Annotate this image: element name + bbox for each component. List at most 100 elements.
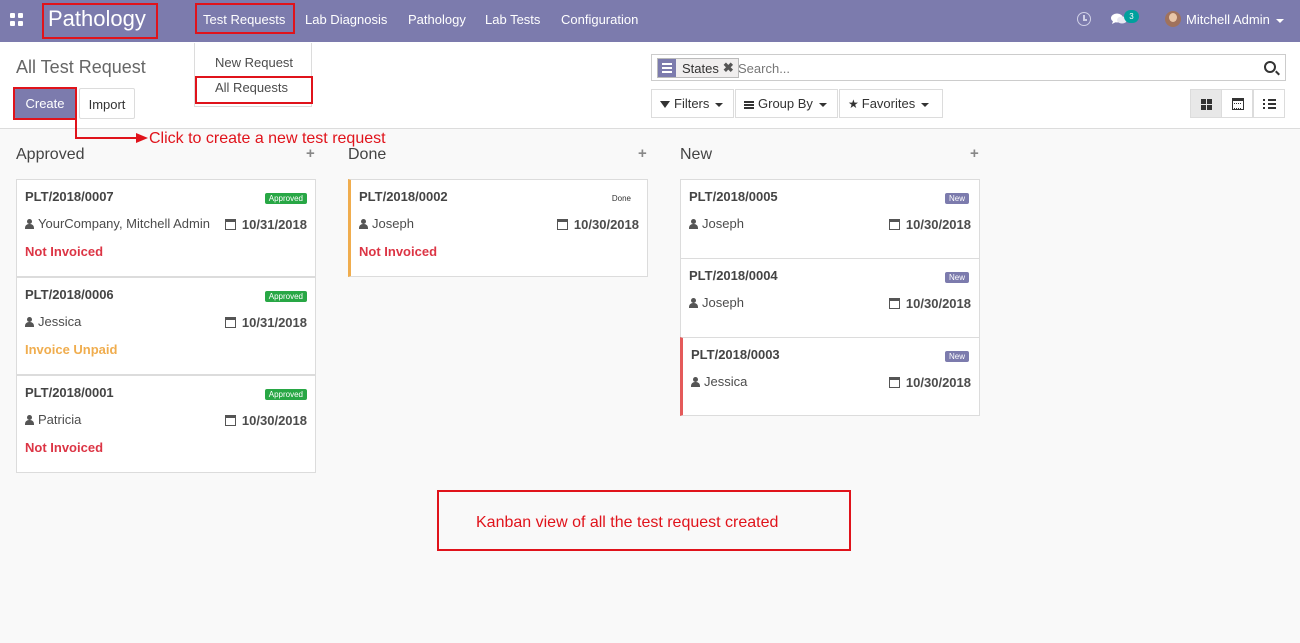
add-card-icon[interactable]: + — [970, 145, 979, 162]
user-icon — [25, 219, 34, 229]
invoice-status: Not Invoiced — [25, 440, 104, 455]
list-icon — [658, 59, 676, 77]
kanban-card[interactable]: PLT/2018/0005 New Joseph 10/30/2018 — [680, 179, 980, 259]
activity-clock-icon[interactable] — [1077, 12, 1091, 26]
date-value: 10/30/2018 — [905, 375, 971, 390]
kanban-card[interactable]: PLT/2018/0001 Approved Patricia 10/30/20… — [16, 375, 316, 473]
invoice-status: Invoice Unpaid — [25, 342, 118, 357]
search-bar[interactable]: States ✖ Search... — [651, 54, 1286, 81]
calendar-icon — [224, 219, 236, 230]
card-person: Joseph — [689, 216, 744, 231]
user-icon — [25, 415, 34, 425]
card-date: 10/30/2018 — [224, 413, 307, 428]
user-icon — [689, 298, 698, 308]
status-badge: New — [944, 351, 969, 362]
calendar-icon — [888, 219, 900, 230]
bars-icon — [744, 100, 754, 109]
chevron-down-icon — [818, 102, 827, 107]
search-icon[interactable] — [1264, 61, 1276, 73]
column-title-done: Done — [348, 146, 387, 163]
user-name: Mitchell Admin — [1186, 12, 1270, 27]
highlight-test-requests-menu — [195, 3, 295, 34]
invoice-status: Not Invoiced — [359, 244, 438, 259]
avatar[interactable] — [1165, 11, 1181, 27]
calendar-icon — [224, 415, 236, 426]
annotation-arrow-icon — [75, 118, 148, 143]
calendar-icon — [888, 377, 900, 388]
calendar-icon — [224, 317, 236, 328]
filters-button[interactable]: Filters — [651, 89, 734, 118]
card-reference: PLT/2018/0004 — [689, 268, 778, 283]
status-badge: Done — [611, 194, 631, 203]
card-reference: PLT/2018/0005 — [689, 189, 778, 204]
kanban-card[interactable]: PLT/2018/0006 Approved Jessica 10/31/201… — [16, 277, 316, 375]
user-menu[interactable]: Mitchell Admin — [1186, 12, 1284, 27]
invoice-status: Not Invoiced — [25, 244, 104, 259]
menu-lab-diagnosis[interactable]: Lab Diagnosis — [305, 12, 387, 27]
kanban-card[interactable]: PLT/2018/0004 New Joseph 10/30/2018 — [680, 258, 980, 338]
create-hint-text: Click to create a new test request — [149, 130, 386, 147]
card-reference: PLT/2018/0003 — [691, 347, 780, 362]
close-icon[interactable]: ✖ — [723, 60, 738, 76]
date-value: 10/30/2018 — [905, 296, 971, 311]
kanban-view-button[interactable] — [1190, 89, 1222, 118]
dropdown-item-new-request[interactable]: New Request — [215, 55, 293, 70]
menu-lab-tests[interactable]: Lab Tests — [485, 12, 540, 27]
highlight-all-requests — [195, 76, 313, 104]
date-value: 10/30/2018 — [241, 413, 307, 428]
card-reference: PLT/2018/0002 — [359, 189, 448, 204]
user-icon — [25, 317, 34, 327]
calendar-view-button[interactable] — [1221, 89, 1253, 118]
card-date: 10/31/2018 — [224, 315, 307, 330]
page-title: All Test Request — [16, 57, 146, 77]
card-date: 10/30/2018 — [556, 217, 639, 232]
user-icon — [689, 219, 698, 229]
kanban-hint-text: Kanban view of all the test request crea… — [476, 514, 779, 531]
card-person: Joseph — [359, 216, 414, 231]
favorites-button[interactable]: ★ Favorites — [839, 89, 943, 118]
filter-icon — [660, 101, 670, 109]
chevron-down-icon — [921, 102, 930, 107]
apps-grid-icon[interactable] — [10, 13, 23, 26]
status-badge: New — [944, 193, 969, 204]
highlight-create-button — [13, 87, 77, 120]
date-value: 10/31/2018 — [241, 217, 307, 232]
menu-configuration[interactable]: Configuration — [561, 12, 638, 27]
user-icon — [691, 377, 700, 387]
search-input[interactable]: Search... — [738, 61, 790, 76]
kanban-card[interactable]: PLT/2018/0007 Approved YourCompany, Mitc… — [16, 179, 316, 277]
card-date: 10/30/2018 — [888, 296, 971, 311]
card-person: YourCompany, Mitchell Admin — [25, 216, 210, 231]
menu-pathology[interactable]: Pathology — [408, 12, 466, 27]
status-badge: Approved — [264, 291, 307, 302]
kanban-card[interactable]: PLT/2018/0003 New Jessica 10/30/2018 — [680, 337, 980, 416]
group-by-button[interactable]: Group By — [735, 89, 838, 118]
import-button[interactable]: Import — [79, 88, 135, 119]
kanban-card[interactable]: PLT/2018/0002 Done Joseph 10/30/2018 Not… — [348, 179, 648, 277]
filters-label: Filters — [674, 96, 710, 111]
list-view-button[interactable] — [1253, 89, 1285, 118]
status-badge: Approved — [264, 389, 307, 400]
column-title-new: New — [680, 146, 713, 163]
calendar-icon — [888, 298, 900, 309]
chevron-down-icon — [715, 102, 724, 107]
highlight-app-name — [42, 3, 158, 39]
calendar-icon — [556, 219, 568, 230]
person-name: Jessica — [704, 374, 748, 389]
card-date: 10/30/2018 — [888, 375, 971, 390]
date-value: 10/31/2018 — [241, 315, 307, 330]
star-icon: ★ — [848, 97, 859, 111]
facet-label: States — [682, 60, 719, 76]
favorites-label: Favorites — [861, 96, 916, 111]
card-person: Jessica — [25, 314, 81, 329]
kanban-hint-box: Kanban view of all the test request crea… — [437, 490, 851, 551]
list-view-icon — [1263, 99, 1276, 109]
card-reference: PLT/2018/0006 — [25, 287, 114, 302]
add-card-icon[interactable]: + — [638, 145, 647, 162]
card-person: Joseph — [689, 295, 744, 310]
user-icon — [359, 219, 368, 229]
card-person: Jessica — [691, 374, 747, 389]
status-badge: New — [944, 272, 969, 283]
status-badge: Approved — [264, 193, 307, 204]
person-name: Jessica — [38, 314, 82, 329]
